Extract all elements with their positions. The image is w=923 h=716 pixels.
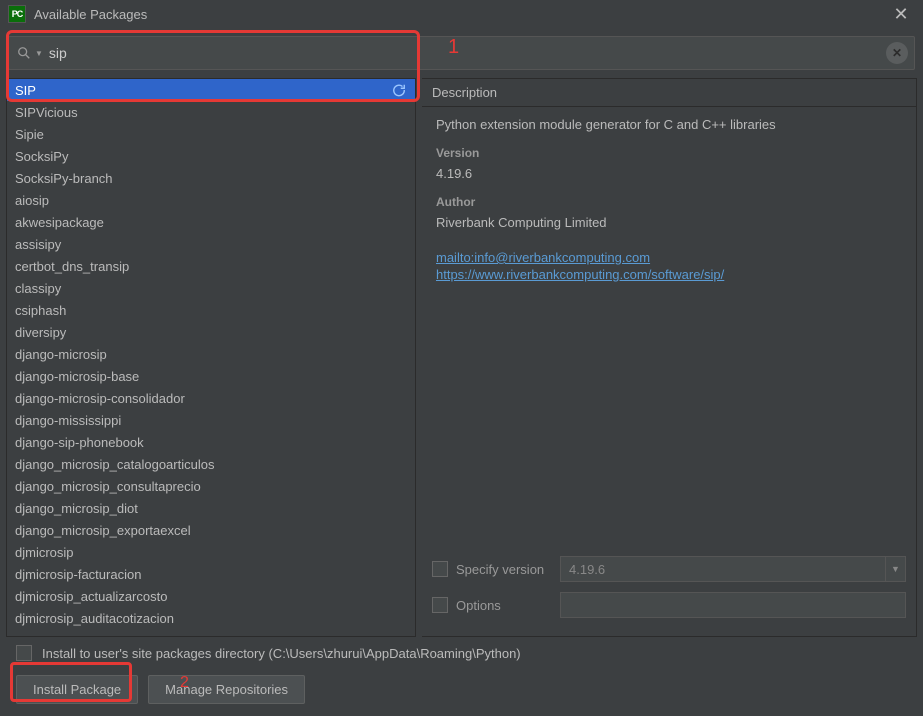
- manage-repositories-button[interactable]: Manage Repositories: [148, 675, 305, 704]
- package-item-label: SocksiPy: [15, 149, 68, 164]
- package-list-item[interactable]: djmicrosip: [7, 541, 415, 563]
- install-to-user-label: Install to user's site packages director…: [42, 646, 521, 661]
- package-item-label: Sipie: [15, 127, 44, 142]
- package-list-item[interactable]: django_microsip_consultaprecio: [7, 475, 415, 497]
- package-list-item[interactable]: django-microsip-base: [7, 365, 415, 387]
- package-list-item[interactable]: SocksiPy-branch: [7, 167, 415, 189]
- package-item-label: SIP: [15, 83, 36, 98]
- options-checkbox[interactable]: [432, 597, 448, 613]
- package-list-item[interactable]: aiosip: [7, 189, 415, 211]
- specify-version-select[interactable]: 4.19.6 ▼: [560, 556, 906, 582]
- package-item-label: django_microsip_consultaprecio: [15, 479, 201, 494]
- package-item-label: django_microsip_exportaexcel: [15, 523, 191, 538]
- package-list-item[interactable]: certbot_dns_transip: [7, 255, 415, 277]
- author-label: Author: [436, 195, 902, 209]
- package-item-label: classipy: [15, 281, 61, 296]
- package-item-label: csiphash: [15, 303, 66, 318]
- package-list-item[interactable]: assisipy: [7, 233, 415, 255]
- package-list-item[interactable]: django_microsip_exportaexcel: [7, 519, 415, 541]
- search-filter-dropdown-icon[interactable]: ▼: [35, 49, 43, 58]
- description-header: Description: [422, 79, 916, 107]
- version-label: Version: [436, 146, 902, 160]
- install-to-user-row: Install to user's site packages director…: [16, 645, 907, 661]
- install-to-user-checkbox[interactable]: [16, 645, 32, 661]
- package-list-item[interactable]: akwesipackage: [7, 211, 415, 233]
- package-list-item[interactable]: SIP: [7, 79, 415, 101]
- specify-version-label: Specify version: [456, 562, 560, 577]
- package-item-label: SIPVicious: [15, 105, 78, 120]
- specify-version-value: 4.19.6: [569, 562, 605, 577]
- package-item-label: django-microsip-base: [15, 369, 139, 384]
- close-icon[interactable]: ✕: [887, 0, 915, 28]
- package-item-label: django_microsip_diot: [15, 501, 138, 516]
- package-detail-panel: Description Python extension module gene…: [422, 78, 917, 637]
- titlebar: PC Available Packages ✕: [0, 0, 923, 28]
- package-item-label: django-sip-phonebook: [15, 435, 144, 450]
- package-list-item[interactable]: django_microsip_catalogoarticulos: [7, 453, 415, 475]
- search-input[interactable]: [47, 41, 886, 65]
- package-item-label: akwesipackage: [15, 215, 104, 230]
- package-item-label: djmicrosip-facturacion: [15, 567, 141, 582]
- refresh-icon[interactable]: [391, 82, 407, 98]
- app-logo-icon: PC: [8, 5, 26, 23]
- package-item-label: django-microsip-consolidador: [15, 391, 185, 406]
- package-list-item[interactable]: djmicrosip_auditacotizacion: [7, 607, 415, 629]
- annotation-label-1: 1: [448, 36, 459, 59]
- package-list-item[interactable]: django-sip-phonebook: [7, 431, 415, 453]
- package-author: Riverbank Computing Limited: [436, 215, 902, 230]
- package-list-item[interactable]: csiphash: [7, 299, 415, 321]
- package-email-link[interactable]: mailto:info@riverbankcomputing.com: [436, 250, 902, 267]
- package-item-label: assisipy: [15, 237, 61, 252]
- package-item-label: djmicrosip_actualizarcosto: [15, 589, 167, 604]
- package-list-item[interactable]: djmicrosip-facturacion: [7, 563, 415, 585]
- options-label: Options: [456, 598, 560, 613]
- options-row: Options: [432, 592, 906, 618]
- package-list-item[interactable]: SIPVicious: [7, 101, 415, 123]
- package-item-label: djmicrosip: [15, 545, 74, 560]
- search-bar[interactable]: ▼ ✕: [8, 36, 915, 70]
- search-icon: [17, 46, 31, 60]
- package-list-panel: SIP SIPVicious Sipie SocksiPy SocksiPy-branc…: [6, 78, 416, 637]
- package-description: Python extension module generator for C …: [436, 117, 902, 132]
- package-list-item[interactable]: Sipie: [7, 123, 415, 145]
- specify-version-row: Specify version 4.19.6 ▼: [432, 556, 906, 582]
- package-list-item[interactable]: djmicrosip_actualizarcosto: [7, 585, 415, 607]
- options-input[interactable]: [560, 592, 906, 618]
- package-homepage-link[interactable]: https://www.riverbankcomputing.com/softw…: [436, 267, 902, 284]
- package-item-label: django_microsip_catalogoarticulos: [15, 457, 214, 472]
- package-item-label: djmicrosip_auditacotizacion: [15, 611, 174, 626]
- package-list-item[interactable]: diversipy: [7, 321, 415, 343]
- install-package-button[interactable]: Install Package: [16, 675, 138, 704]
- package-list-item[interactable]: SocksiPy: [7, 145, 415, 167]
- package-item-label: aiosip: [15, 193, 49, 208]
- chevron-down-icon: ▼: [885, 557, 905, 581]
- package-list-item[interactable]: django-mississippi: [7, 409, 415, 431]
- package-item-label: django-mississippi: [15, 413, 121, 428]
- package-list-item[interactable]: classipy: [7, 277, 415, 299]
- package-item-label: diversipy: [15, 325, 66, 340]
- clear-search-icon[interactable]: ✕: [886, 42, 908, 64]
- package-list-item[interactable]: django-microsip: [7, 343, 415, 365]
- package-item-label: certbot_dns_transip: [15, 259, 129, 274]
- package-item-label: django-microsip: [15, 347, 107, 362]
- package-version: 4.19.6: [436, 166, 902, 181]
- package-list-item[interactable]: django_microsip_diot: [7, 497, 415, 519]
- dialog-title: Available Packages: [34, 7, 887, 22]
- package-list-item[interactable]: django-microsip-consolidador: [7, 387, 415, 409]
- specify-version-checkbox[interactable]: [432, 561, 448, 577]
- package-item-label: SocksiPy-branch: [15, 171, 113, 186]
